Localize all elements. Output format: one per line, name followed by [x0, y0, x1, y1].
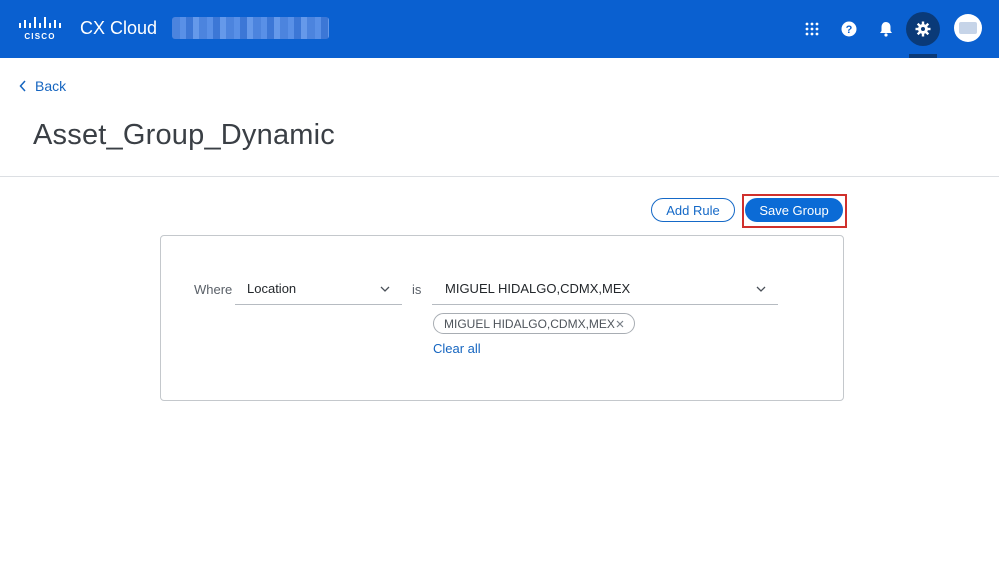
app-title: CX Cloud	[80, 18, 158, 38]
avatar-image-redacted	[959, 22, 977, 34]
clear-all-link[interactable]: Clear all	[433, 341, 481, 356]
svg-text:?: ?	[846, 24, 853, 36]
svg-text:CISCO: CISCO	[24, 32, 55, 41]
add-rule-button[interactable]: Add Rule	[651, 198, 735, 222]
back-label: Back	[35, 78, 67, 94]
chevron-left-icon	[19, 80, 26, 92]
active-tab-indicator	[909, 54, 937, 58]
close-icon[interactable]	[616, 320, 624, 328]
operator-label: is	[412, 282, 422, 297]
tenant-selector-redacted[interactable]	[172, 17, 329, 39]
value-select[interactable]: MIGUEL HIDALGO,CDMX,MEX	[432, 273, 778, 305]
user-avatar[interactable]	[954, 14, 982, 42]
apps-grid-icon[interactable]	[796, 13, 828, 45]
header-divider	[0, 176, 999, 177]
chevron-down-icon	[756, 286, 766, 292]
save-group-highlight-box	[742, 194, 847, 228]
page-title: Asset_Group_Dynamic	[33, 119, 335, 151]
chevron-down-icon	[380, 286, 390, 292]
selected-value-chip: MIGUEL HIDALGO,CDMX,MEX	[433, 313, 635, 334]
field-select-value: Location	[247, 281, 297, 296]
help-icon[interactable]: ?	[833, 13, 865, 45]
settings-gear-icon[interactable]	[906, 12, 940, 46]
value-select-value: MIGUEL HIDALGO,CDMX,MEX	[445, 281, 631, 296]
rule-container: Where Location is MIGUEL HIDALGO,CDMX,ME…	[160, 235, 844, 401]
chip-label: MIGUEL HIDALGO,CDMX,MEX	[444, 316, 615, 331]
where-label: Where	[194, 282, 233, 297]
top-navigation-bar: CISCO CX Cloud ?	[0, 0, 999, 58]
notification-bell-icon[interactable]	[870, 13, 902, 45]
cisco-logo: CISCO	[19, 17, 61, 41]
back-link[interactable]: Back	[19, 78, 66, 94]
field-select[interactable]: Location	[235, 273, 402, 305]
